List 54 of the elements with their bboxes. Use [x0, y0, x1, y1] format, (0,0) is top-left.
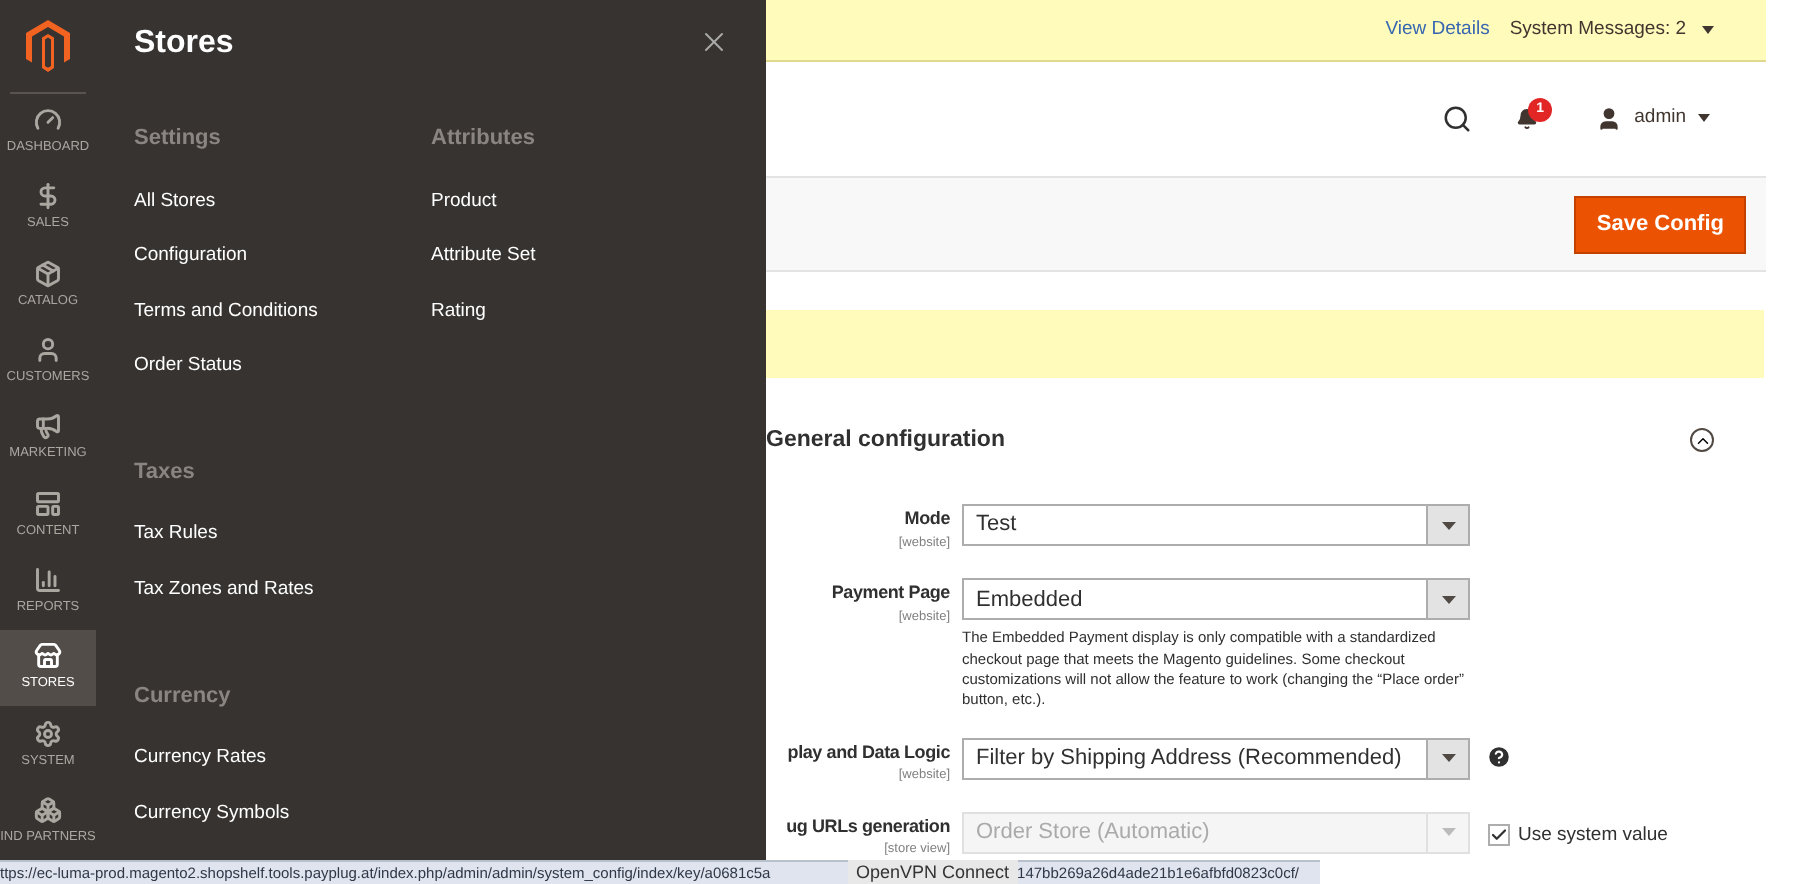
field-label: play and Data Logic	[787, 739, 950, 766]
flyout-link[interactable]: Configuration	[134, 242, 431, 298]
flyout-link[interactable]: Product	[431, 187, 728, 243]
flyout-link[interactable]: Order Status	[134, 352, 431, 408]
dropdown-toggle[interactable]	[1426, 506, 1468, 545]
caret-icon	[1698, 114, 1710, 123]
collapse-toggle[interactable]	[1690, 428, 1714, 453]
person-icon	[1596, 105, 1623, 132]
user-menu[interactable]: admin	[1596, 104, 1710, 134]
megaphone-icon	[34, 412, 62, 441]
system-messages-toggle[interactable]: System Messages: 2	[1509, 15, 1714, 44]
flyout-link[interactable]: Tax Rules	[134, 520, 431, 576]
search-icon[interactable]	[1442, 103, 1473, 134]
blocks-icon	[34, 795, 62, 824]
bar-chart-icon	[34, 565, 62, 594]
view-details-link[interactable]: View Details	[1385, 15, 1490, 44]
caret-icon	[1441, 595, 1455, 604]
check-icon	[1490, 826, 1508, 845]
flyout-link[interactable]: Tax Zones and Rates	[134, 575, 431, 632]
section-title: General configuration	[766, 425, 1005, 456]
tooltip: OpenVPN Connect	[848, 859, 1018, 884]
select-field[interactable]: Test	[962, 504, 1470, 547]
storefront-icon	[34, 642, 62, 671]
caret-icon	[1441, 828, 1455, 837]
field-label: Payment Page	[831, 580, 950, 607]
group-heading: Settings	[134, 124, 223, 154]
flyout-link[interactable]: Attribute Set	[431, 242, 728, 298]
select-field[interactable]: Embedded	[962, 578, 1470, 621]
gear-icon	[34, 719, 62, 748]
select-field[interactable]: Filter by Shipping Address (Recommended)	[962, 737, 1470, 779]
flyout-title: Stores	[134, 24, 234, 64]
help-icon[interactable]	[1486, 743, 1512, 769]
gauge-icon	[34, 105, 62, 134]
flyout-link[interactable]: Currency Rates	[134, 744, 431, 800]
dropdown-toggle[interactable]	[1426, 580, 1468, 619]
group-heading: Attributes	[431, 124, 537, 154]
group-heading: Currency	[134, 681, 233, 712]
person-icon	[34, 335, 62, 364]
caret-icon	[1441, 521, 1455, 530]
flyout-link[interactable]: Rating	[431, 297, 728, 353]
dropdown-toggle[interactable]	[1426, 739, 1468, 777]
caret-icon	[1702, 25, 1714, 34]
flyout-link[interactable]: All Stores	[134, 187, 431, 243]
field-label: Mode	[904, 506, 950, 533]
flyout-link[interactable]: Terms and Conditions	[134, 297, 431, 353]
logo-icon	[26, 19, 70, 72]
flyout-link[interactable]: Currency Symbols	[134, 799, 431, 855]
layout-icon	[34, 489, 62, 518]
caret-icon	[1441, 754, 1455, 762]
save-config-button[interactable]: Save Config	[1574, 195, 1746, 254]
dollar-icon	[34, 182, 62, 211]
box-icon	[34, 259, 62, 288]
field-label: ug URLs generation	[786, 813, 950, 840]
group-heading: Taxes	[134, 457, 197, 488]
